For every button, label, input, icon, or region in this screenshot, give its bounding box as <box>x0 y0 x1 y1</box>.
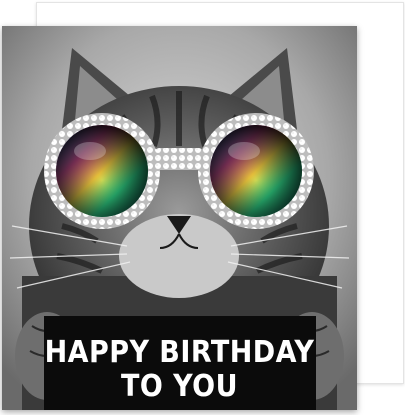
product-image: HAPPY BIRTHDAY TO YOU <box>0 0 405 415</box>
message-line-2: TO YOU <box>121 369 238 404</box>
greeting-card: HAPPY BIRTHDAY TO YOU <box>2 26 357 410</box>
message-line-1: HAPPY BIRTHDAY <box>44 335 315 370</box>
